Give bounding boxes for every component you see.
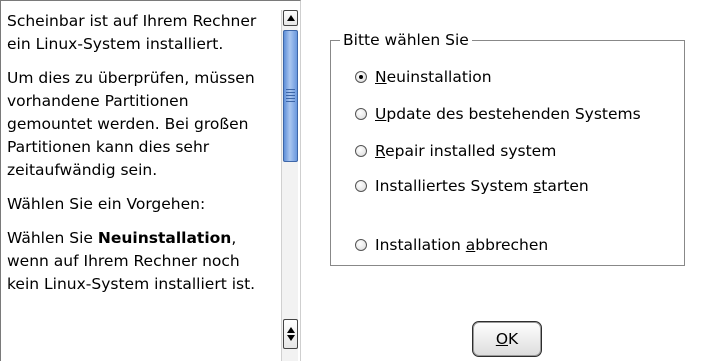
help-bold-term: Neuinstallation <box>97 229 232 247</box>
scroll-arrows <box>286 327 295 341</box>
radio-label: Repair installed system <box>375 141 556 161</box>
arrow-down-icon <box>286 335 295 341</box>
label-text: pdate des bestehenden Systems <box>386 105 641 123</box>
radio-label: Neuinstallation <box>375 67 492 87</box>
radio-button[interactable] <box>355 239 367 251</box>
mnemonic: a <box>465 236 476 254</box>
ok-button[interactable]: OK <box>472 321 542 357</box>
options-groupbox: Bitte wählen Sie Neuinstallation Update … <box>330 30 685 266</box>
help-scrollbar[interactable] <box>281 10 298 361</box>
button-label: K <box>508 330 519 348</box>
label-text: bbrechen <box>475 236 549 254</box>
radio-update[interactable]: Update des bestehenden Systems <box>355 104 641 124</box>
radio-repair[interactable]: Repair installed system <box>355 141 556 161</box>
label-text: Installiertes System <box>375 177 534 195</box>
help-paragraph: Scheinbar ist auf Ihrem Rechner ein Linu… <box>7 12 257 53</box>
mnemonic: R <box>375 142 386 160</box>
installer-dialog: Scheinbar ist auf Ihrem Rechner ein Linu… <box>0 0 703 361</box>
label-text: euinstallation <box>386 68 492 86</box>
radio-neuinstallation[interactable]: Neuinstallation <box>355 67 492 87</box>
label-text: epair installed system <box>385 142 557 160</box>
scrollbar-grip <box>286 89 295 103</box>
help-paragraph: Wählen Sie ein Vorgehen: <box>7 195 206 213</box>
arrow-up-icon <box>286 15 295 21</box>
mnemonic: O <box>495 330 509 348</box>
help-text-span: Wählen Sie <box>7 229 98 247</box>
radio-button[interactable] <box>355 180 367 192</box>
radio-start-installed[interactable]: Installiertes System starten <box>355 176 589 196</box>
label-text: Installation <box>375 236 466 254</box>
radio-button-checked[interactable] <box>355 71 367 83</box>
scroll-up-button[interactable] <box>283 10 298 26</box>
scroll-down-button[interactable] <box>283 319 298 349</box>
mnemonic: U <box>375 105 387 123</box>
help-paragraph: Wählen Sie Neuinstallation, wenn auf Ihr… <box>7 227 271 296</box>
mnemonic: N <box>375 68 387 86</box>
radio-label: Installation abbrechen <box>375 235 548 255</box>
radio-abort[interactable]: Installation abbrechen <box>355 235 548 255</box>
help-text: Scheinbar ist auf Ihrem Rechner ein Linu… <box>7 10 271 307</box>
scrollbar-thumb[interactable] <box>283 30 298 162</box>
radio-label: Installiertes System starten <box>375 176 589 196</box>
groupbox-title: Bitte wählen Sie <box>340 30 472 50</box>
help-paragraph: Um dies zu überprüfen, müssen vorhandene… <box>7 69 255 179</box>
radio-button[interactable] <box>355 108 367 120</box>
help-text-panel: Scheinbar ist auf Ihrem Rechner ein Linu… <box>0 0 301 361</box>
radio-button[interactable] <box>355 145 367 157</box>
arrow-up-icon <box>286 327 295 333</box>
radio-label: Update des bestehenden Systems <box>375 104 641 124</box>
label-text: tarten <box>541 177 589 195</box>
